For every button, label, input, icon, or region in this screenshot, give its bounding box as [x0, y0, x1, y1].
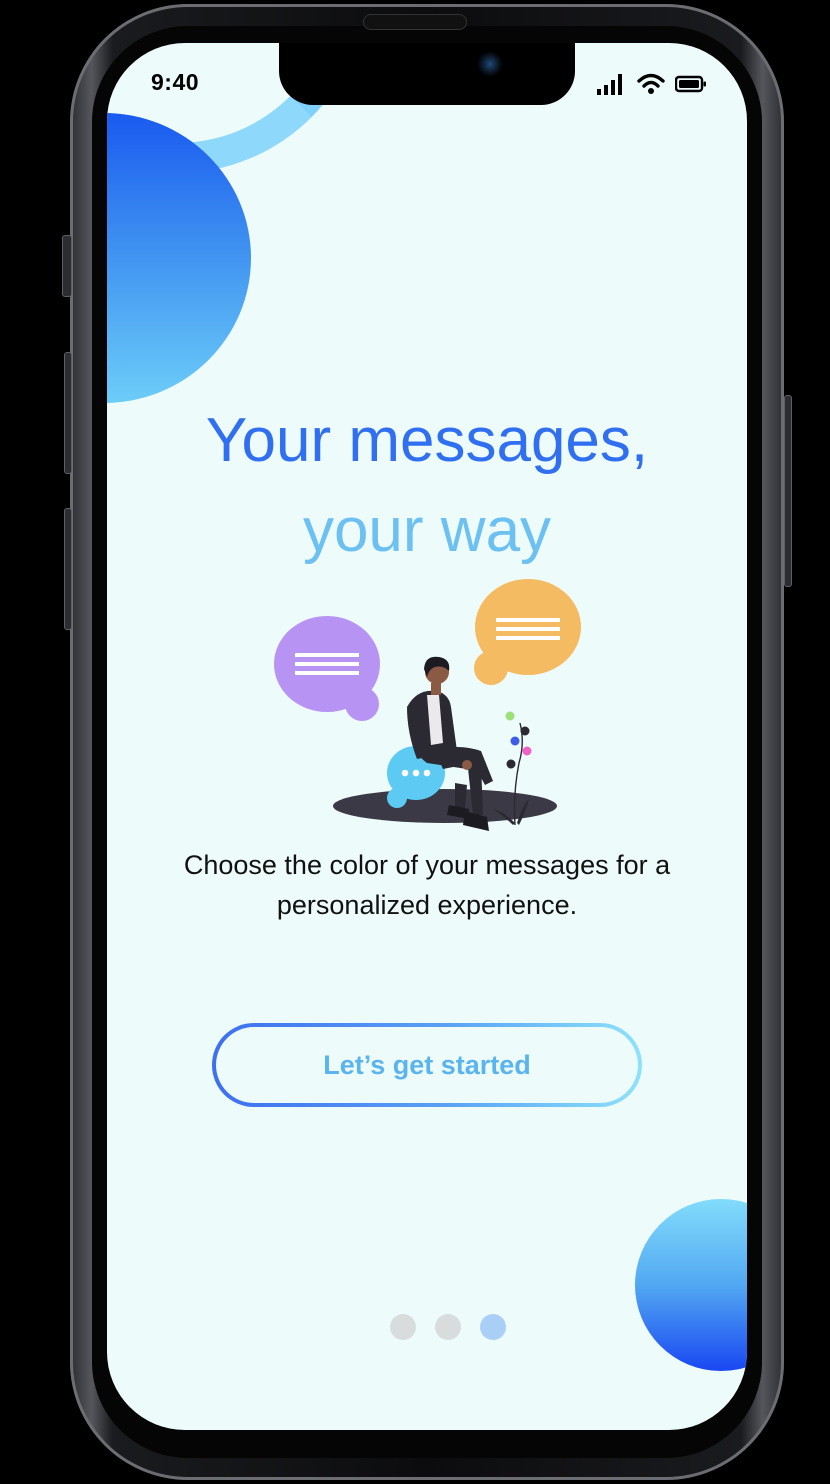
mute-switch — [62, 235, 72, 297]
volume-up-button — [64, 352, 72, 474]
headline-line-2: your way — [302, 496, 552, 565]
status-icons — [597, 73, 707, 95]
cellular-signal-icon — [597, 74, 622, 95]
status-time: 9:40 — [151, 69, 200, 95]
volume-down-button — [64, 508, 72, 630]
wifi-icon — [637, 73, 665, 94]
battery-icon — [675, 75, 706, 93]
decorative-blob-bottom-right — [635, 1199, 747, 1371]
pagination-dot-3-active[interactable] — [480, 1314, 506, 1340]
person-with-chat-bubbles-illustration — [274, 579, 581, 831]
headline-line-1: Your messages, — [205, 406, 649, 475]
purple-chat-bubble-icon — [274, 616, 380, 721]
pagination-dot-1[interactable] — [390, 1314, 416, 1340]
pagination-dots — [390, 1314, 506, 1340]
phone-screen: 9:40 Your messages, your way Choose the … — [107, 43, 747, 1430]
earpiece-speaker — [363, 14, 467, 30]
power-button — [784, 395, 792, 587]
front-camera — [477, 51, 503, 77]
notch — [279, 43, 575, 105]
pagination-dot-2[interactable] — [435, 1314, 461, 1340]
lets-get-started-label: Let’s get started — [323, 1049, 531, 1080]
onboarding-description: Choose the color of your messages for a … — [183, 850, 671, 920]
orange-chat-bubble-icon — [474, 579, 581, 685]
lets-get-started-button[interactable]: Let’s get started — [212, 1023, 642, 1107]
lets-get-started-button-inner[interactable]: Let’s get started — [216, 1027, 638, 1103]
